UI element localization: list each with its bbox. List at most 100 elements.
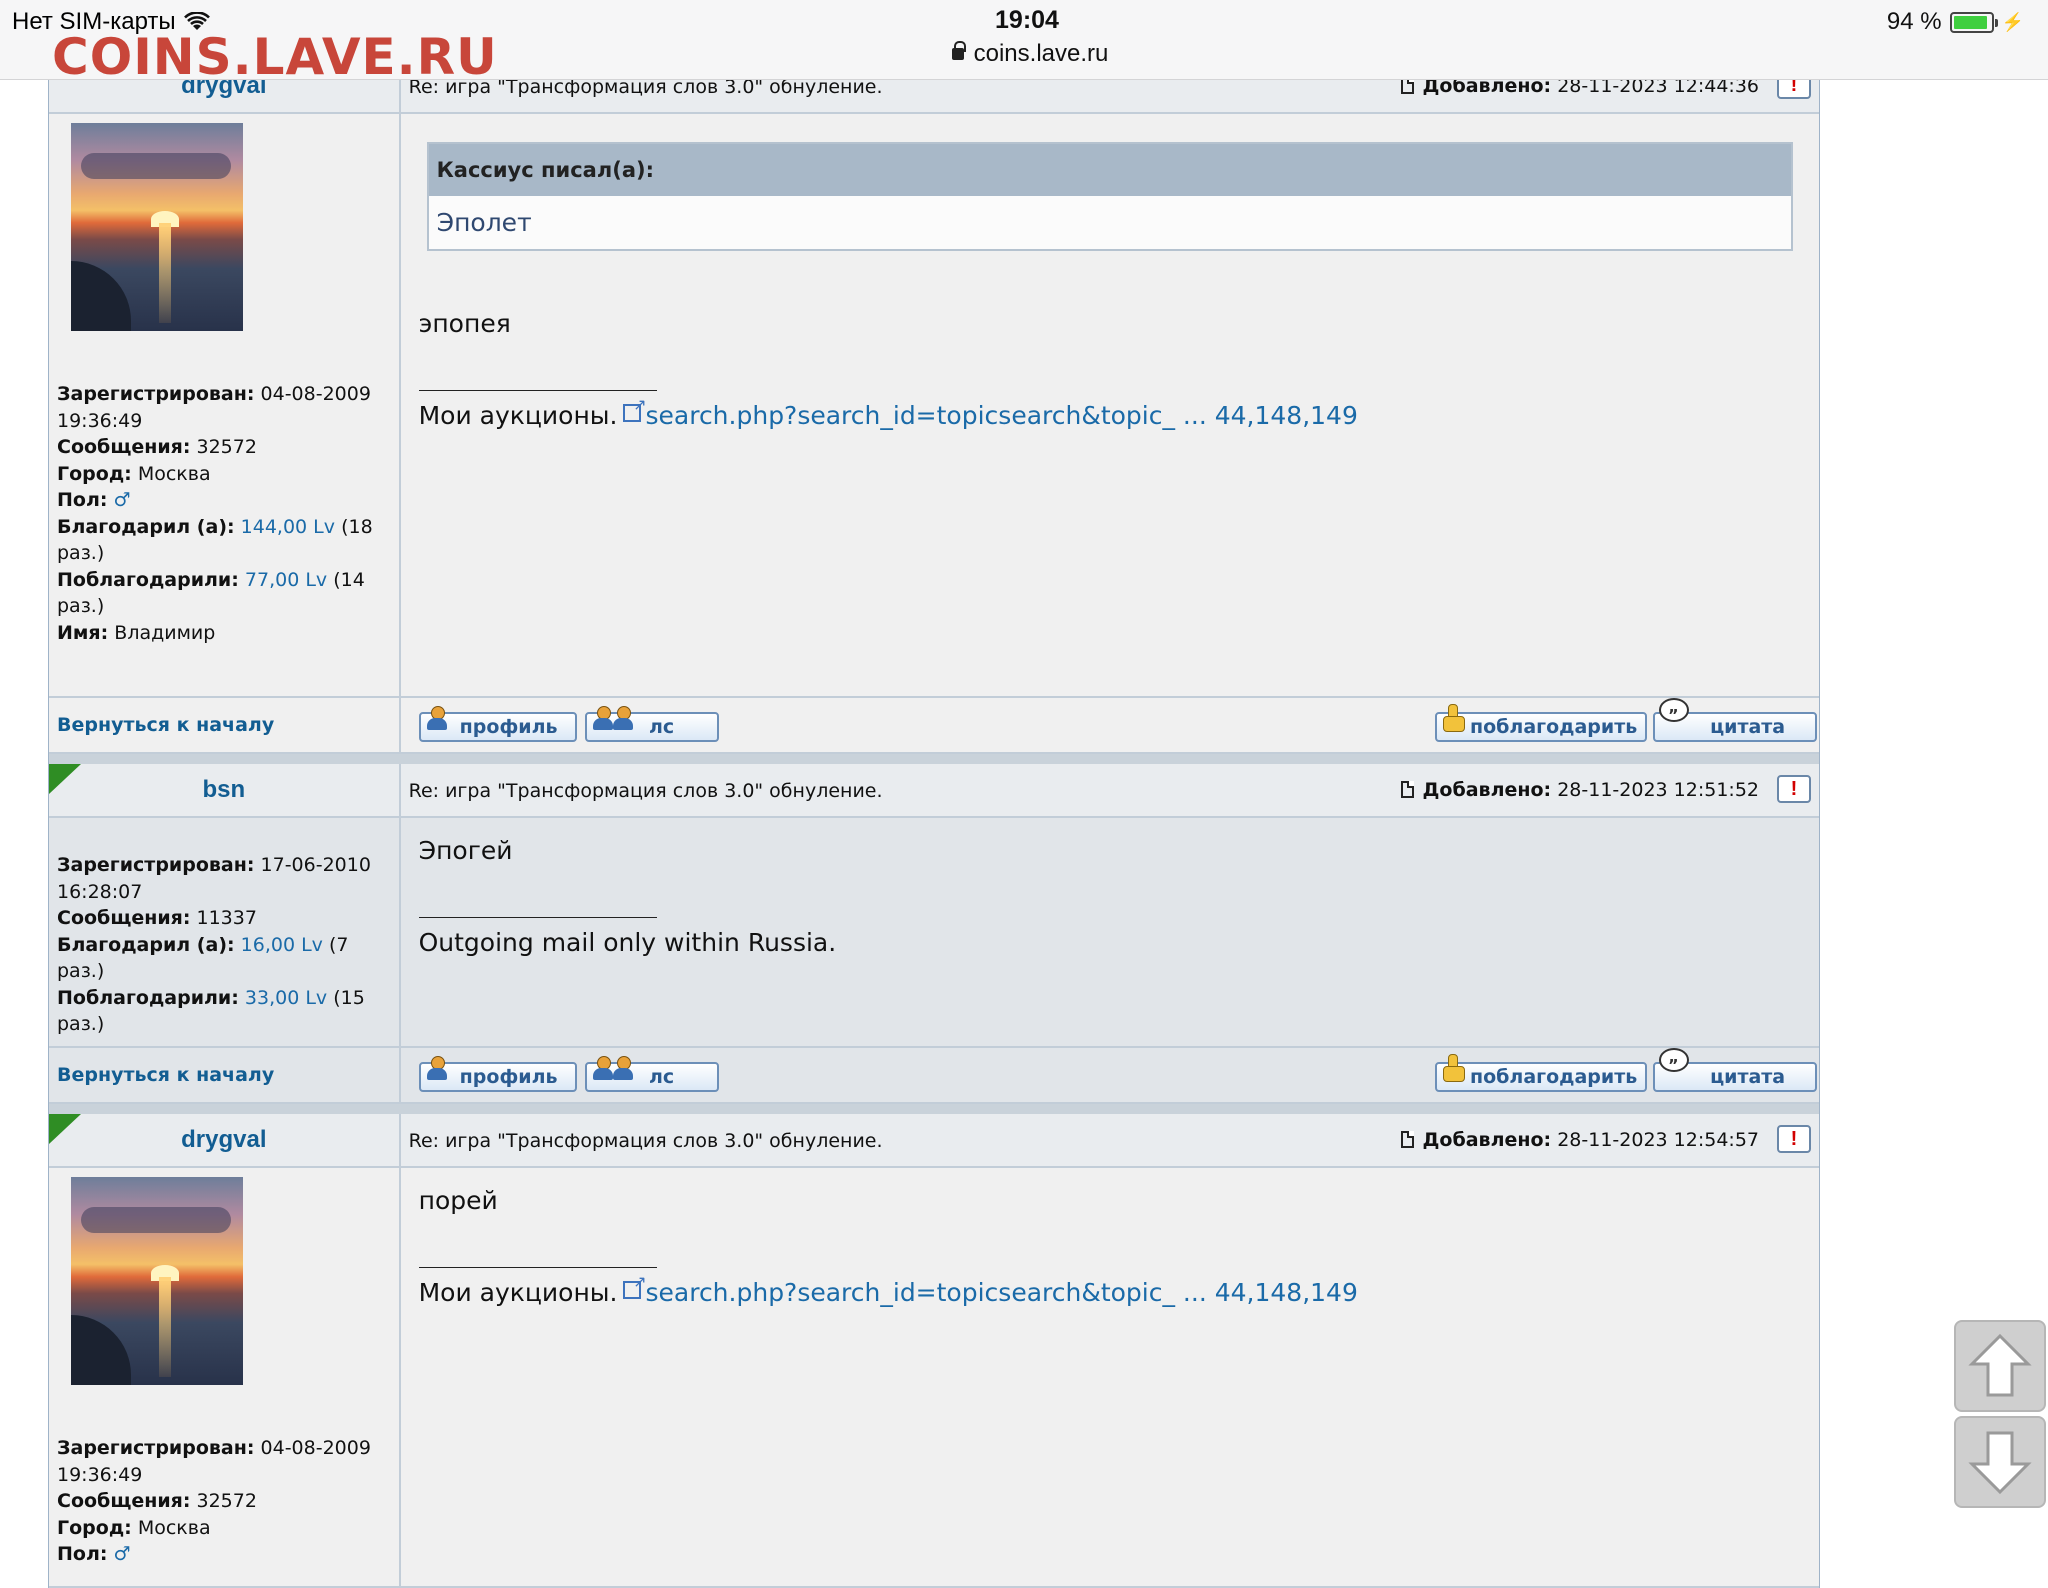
pm-button[interactable]: лс	[584, 706, 719, 742]
thanks-button-label: поблагодарить	[1469, 1066, 1638, 1088]
signature: Мои аукционы. search.php?search_id=topics…	[419, 395, 1801, 430]
profile-button[interactable]: профиль	[418, 1056, 577, 1092]
quote-block: Кассиус писал(а): Эполет	[426, 142, 1793, 251]
new-post-flag-icon	[49, 764, 81, 794]
signature-link[interactable]: search.php?search_id=topicsearch&topic_ …	[645, 401, 1357, 430]
user-icon	[612, 706, 633, 730]
new-post-flag-icon	[49, 1114, 81, 1144]
back-to-top-link[interactable]: Вернуться к началу	[57, 714, 274, 736]
thanked-label: Благодарил (а):	[57, 933, 235, 956]
external-link-icon	[623, 1272, 646, 1299]
signature: Мои аукционы. search.php?search_id=topics…	[419, 1272, 1801, 1307]
male-icon: ♂	[113, 489, 131, 511]
post-footer: Вернуться к началу профиль лс поблагодар…	[49, 698, 1819, 754]
post-content: Кассиус писал(а): Эполет эпопея Мои аукц…	[401, 142, 1819, 430]
avatar	[71, 1177, 243, 1385]
registered-label: Зарегистрирован:	[57, 854, 255, 876]
author-profile: Зарегистрирован: 04-08-2009 19:36:49 Соо…	[49, 369, 399, 646]
registered-label: Зарегистрирован:	[57, 383, 255, 405]
post-footer: Вернуться к началу профиль лс поблагодар…	[49, 1048, 1819, 1104]
quote-button[interactable]: цитата	[1652, 1048, 1817, 1092]
pm-button-label: лс	[649, 716, 675, 738]
author-profile: Зарегистрирован: 04-08-2009 19:36:49 Соо…	[49, 1423, 399, 1568]
forum-thread: drygval Re: игра "Трансформация слов 3.0…	[48, 60, 1820, 1588]
added-value: 28-11-2023 12:54:57	[1557, 1129, 1759, 1151]
thanks-button[interactable]: поблагодарить	[1434, 1054, 1647, 1092]
pm-button[interactable]: лс	[584, 1056, 719, 1092]
messages-label: Сообщения:	[57, 436, 191, 458]
messages-value: 11337	[196, 907, 257, 929]
battery-percent: 94 %	[1886, 8, 1942, 35]
thanked-amount-link[interactable]: 16,00 Lv	[241, 934, 323, 956]
post-body-row: Зарегистрирован: 04-08-2009 19:36:49 Соо…	[49, 114, 1819, 698]
report-button[interactable]: !	[1777, 775, 1811, 803]
post: bsn Re: игра "Трансформация слов 3.0" об…	[48, 764, 1820, 1104]
user-icon	[612, 1056, 633, 1080]
was-thanked-label: Поблагодарили:	[57, 568, 239, 591]
post: drygval Re: игра "Трансформация слов 3.0…	[48, 60, 1820, 754]
profile-icon	[426, 1056, 447, 1080]
thumbs-up-icon	[1441, 704, 1465, 734]
messages-label: Сообщения:	[57, 907, 191, 929]
was-thanked-amount-link[interactable]: 33,00 Lv	[245, 987, 327, 1009]
pm-button-label: лс	[649, 1066, 675, 1088]
signature-divider	[418, 390, 657, 391]
thumbs-up-icon	[1441, 1054, 1465, 1084]
user-icon	[592, 1056, 613, 1080]
post-separator	[48, 1104, 1820, 1114]
url-text: coins.lave.ru	[973, 40, 1109, 67]
registered-label: Зарегистрирован:	[57, 1437, 255, 1459]
city-value: Москва	[137, 1516, 211, 1539]
quote-button-label: цитата	[1710, 716, 1786, 738]
back-to-top-link[interactable]: Вернуться к началу	[57, 1064, 274, 1086]
speech-bubble-icon	[1658, 698, 1689, 728]
signature-link[interactable]: search.php?search_id=topicsearch&topic_ …	[645, 1278, 1357, 1307]
post-author[interactable]: bsn	[202, 776, 245, 804]
post-subject: Re: игра "Трансформация слов 3.0" обнуле…	[408, 780, 883, 802]
post: drygval Re: игра "Трансформация слов 3.0…	[48, 1114, 1820, 1588]
quote-button[interactable]: цитата	[1652, 698, 1817, 742]
signature: Outgoing mail only within Russia.	[418, 928, 837, 957]
post-text: порей	[418, 1186, 498, 1215]
battery-icon	[1949, 11, 1998, 33]
post-date: Добавлено: 28-11-2023 12:51:52	[1401, 779, 1759, 801]
city-label: Город:	[57, 1516, 132, 1539]
was-thanked-amount-link[interactable]: 77,00 Lv	[245, 569, 327, 591]
gender-label: Пол:	[57, 1543, 108, 1565]
messages-value: 32572	[196, 436, 257, 458]
arrow-up-icon	[1968, 1333, 2032, 1397]
profile-button-label: профиль	[459, 716, 558, 738]
profile-button[interactable]: профиль	[418, 706, 577, 742]
post-content: порей Мои аукционы. search.php?search_id=…	[401, 1186, 1819, 1307]
male-icon: ♂	[113, 1543, 131, 1565]
user-icon	[592, 706, 613, 730]
post-date: Добавлено: 28-11-2023 12:54:57	[1401, 1129, 1759, 1151]
document-icon	[1401, 781, 1415, 798]
post-content: Эпогей Outgoing mail only within Russia.	[401, 836, 1819, 957]
thanked-amount-link[interactable]: 144,00 Lv	[241, 516, 335, 538]
city-value: Москва	[137, 462, 211, 485]
messages-value: 32572	[196, 1490, 257, 1512]
post-text: эпопея	[418, 309, 511, 338]
thanks-button[interactable]: поблагодарить	[1434, 704, 1647, 742]
post-header: bsn Re: игра "Трансформация слов 3.0" об…	[49, 764, 1819, 818]
post-body-row: Зарегистрирован: 04-08-2009 19:36:49 Соо…	[49, 1168, 1819, 1588]
document-icon	[1401, 1131, 1415, 1148]
quote-text: Эполет	[428, 196, 1791, 249]
name-label: Имя:	[57, 621, 109, 644]
post-text: Эпогей	[418, 836, 513, 865]
arrow-down-icon	[1968, 1431, 2032, 1495]
battery-status: 94 % ⚡	[1887, 8, 2024, 36]
profile-button-label: профиль	[459, 1066, 558, 1088]
quote-author: Кассиус писал(а):	[428, 144, 1791, 196]
scroll-up-button[interactable]	[1954, 1320, 2046, 1412]
city-label: Город:	[57, 462, 132, 485]
report-button[interactable]: !	[1777, 1125, 1811, 1153]
scroll-down-button[interactable]	[1954, 1416, 2046, 1508]
gender-label: Пол:	[57, 489, 108, 511]
name-value: Владимир	[114, 621, 216, 644]
profile-icon	[426, 706, 447, 730]
avatar	[71, 123, 243, 331]
added-value: 28-11-2023 12:51:52	[1557, 779, 1759, 801]
post-author[interactable]: drygval	[181, 1126, 266, 1154]
